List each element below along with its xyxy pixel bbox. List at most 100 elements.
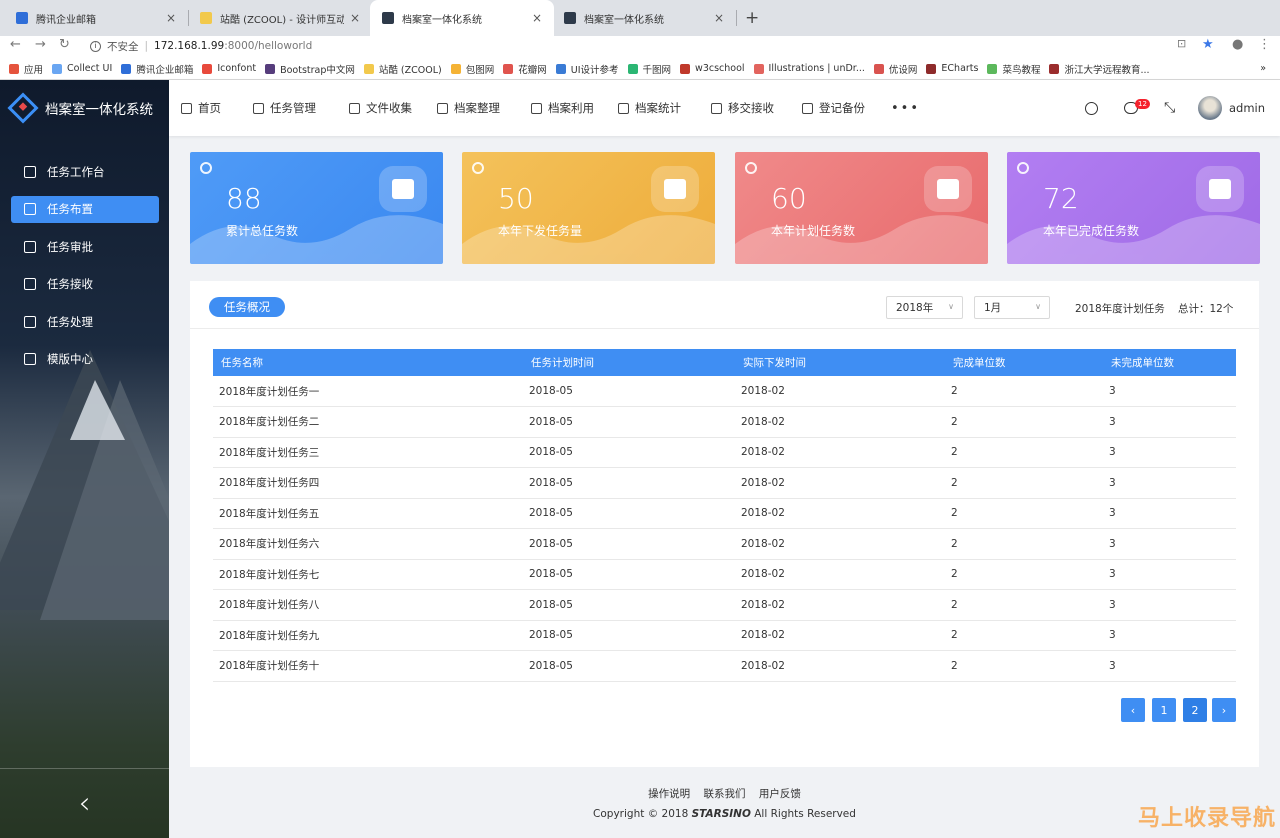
table-row[interactable]: 2018年度计划任务八 2018-05 2018-02 2 3 — [213, 589, 1236, 621]
nav-item-5[interactable]: 档案利用 — [531, 80, 594, 136]
table-row[interactable]: 2018年度计划任务二 2018-05 2018-02 2 3 — [213, 406, 1236, 438]
nav-item-label: 档案统计 — [635, 101, 681, 115]
nav-item-label: 文件收集 — [366, 101, 412, 115]
nav-item-2[interactable]: 任务管理 — [253, 80, 316, 136]
table-cell: 2018-05 — [523, 467, 735, 499]
column-header[interactable]: 实际下发时间 — [735, 349, 945, 376]
stat-value: 72 — [1043, 182, 1079, 215]
bookmark-item[interactable]: Iconfont — [202, 63, 256, 74]
footer-link-help[interactable]: 操作说明 — [648, 788, 690, 800]
table-row[interactable]: 2018年度计划任务九 2018-05 2018-02 2 3 — [213, 620, 1236, 651]
message-icon[interactable]: 12 — [1124, 80, 1150, 136]
bookmark-item[interactable]: 浙江大学远程教育... — [1049, 62, 1150, 76]
bookmark-item[interactable]: 腾讯企业邮箱 — [121, 62, 193, 76]
bookmark-item[interactable]: 优设网 — [873, 62, 917, 76]
app-logo[interactable]: 档案室一体化系统 — [0, 80, 169, 136]
table-cell: 2018年度计划任务二 — [213, 406, 523, 438]
table-cell: 3 — [1103, 620, 1236, 651]
table-row[interactable]: 2018年度计划任务一 2018-05 2018-02 2 3 — [213, 376, 1236, 407]
sidebar-item-4[interactable]: 任务接收 — [11, 271, 159, 298]
table-row[interactable]: 2018年度计划任务十 2018-05 2018-02 2 3 — [213, 650, 1236, 682]
info-icon[interactable]: i — [90, 40, 101, 52]
overview-title: 任务概况 — [209, 297, 285, 317]
nav-item-6[interactable]: 档案统计 — [618, 80, 681, 136]
bookmark-item[interactable]: 包图网 — [450, 62, 494, 76]
table-row[interactable]: 2018年度计划任务六 2018-05 2018-02 2 3 — [213, 528, 1236, 560]
backup-icon — [802, 102, 813, 114]
stat-card-1[interactable]: 88 累计总任务数 — [190, 152, 443, 264]
bookmark-star-icon[interactable]: ★ — [1202, 37, 1214, 52]
bookmark-item[interactable]: UI设计参考 — [555, 62, 619, 76]
footer-link-contact[interactable]: 联系我们 — [704, 788, 746, 800]
new-tab-button[interactable]: + — [745, 8, 759, 28]
nav-item-7[interactable]: 移交接收 — [711, 80, 774, 136]
browser-tab[interactable]: 站酷 (ZCOOL) - 设计师互动平台 × — [188, 0, 372, 36]
footer-link-feedback[interactable]: 用户反馈 — [759, 788, 801, 800]
stat-card-4[interactable]: 72 本年已完成任务数 — [1007, 152, 1260, 264]
calendar-icon — [924, 166, 972, 212]
page-2-button[interactable]: 2 — [1183, 698, 1207, 722]
collapse-sidebar-icon[interactable]: ‹ — [79, 786, 91, 821]
stat-card-3[interactable]: 60 本年计划任务数 — [735, 152, 988, 264]
column-header[interactable]: 未完成单位数 — [1103, 349, 1236, 376]
page-1-button[interactable]: 1 — [1152, 698, 1176, 722]
nav-item-8[interactable]: 登记备份 — [802, 80, 865, 136]
browser-tab[interactable]: 腾讯企业邮箱 × — [4, 0, 188, 36]
column-header[interactable]: 任务计划时间 — [523, 349, 735, 376]
more-nav-icon[interactable]: ••• — [891, 80, 920, 136]
sidebar-item-2[interactable]: 任务布置 — [11, 195, 159, 223]
tab-close-icon[interactable]: × — [166, 11, 176, 25]
stat-card-2[interactable]: 50 本年下发任务量 — [462, 152, 715, 264]
bookmark-item[interactable]: ECharts — [926, 63, 978, 74]
tab-close-icon[interactable]: × — [714, 11, 724, 25]
table-cell: 2018-02 — [735, 620, 945, 651]
fullscreen-icon[interactable]: ⤡ — [1164, 80, 1175, 136]
bookmark-item[interactable]: w3cschool — [680, 63, 745, 74]
year-select-value: 2018年 — [896, 302, 934, 314]
sidebar-item-3[interactable]: 任务审批 — [11, 233, 159, 260]
sidebar-item-1[interactable]: 任务工作台 — [11, 158, 159, 185]
bookmark-favicon-icon — [555, 63, 566, 74]
forward-icon[interactable]: → — [35, 37, 46, 52]
reload-icon[interactable]: ↻ — [59, 37, 70, 52]
bookmark-item[interactable]: 菜鸟教程 — [987, 62, 1040, 76]
bookmark-item[interactable]: 千图网 — [627, 62, 671, 76]
year-select[interactable]: 2018年 ∨ — [886, 296, 963, 319]
table-row[interactable]: 2018年度计划任务四 2018-05 2018-02 2 3 — [213, 467, 1236, 499]
nav-item-4[interactable]: 档案整理 — [437, 80, 500, 136]
nav-item-1[interactable]: 首页 — [181, 80, 221, 136]
bookmark-item[interactable]: Bootstrap中文网 — [265, 62, 355, 76]
next-page-button[interactable]: › — [1212, 698, 1236, 722]
bookmark-item[interactable]: 花瓣网 — [503, 62, 547, 76]
table-cell: 2 — [945, 650, 1103, 682]
prev-page-button[interactable]: ‹ — [1121, 698, 1145, 722]
browser-menu-icon[interactable]: ⋮ — [1258, 37, 1271, 52]
column-header[interactable]: 完成单位数 — [945, 349, 1103, 376]
month-select[interactable]: 1月 ∨ — [974, 296, 1050, 319]
bookmark-item[interactable]: Collect UI — [52, 63, 112, 74]
user-menu[interactable]: admin — [1198, 80, 1265, 136]
column-header[interactable]: 任务名称 — [213, 349, 523, 376]
tab-close-icon[interactable]: × — [350, 11, 360, 25]
table-cell: 2 — [945, 467, 1103, 499]
table-row[interactable]: 2018年度计划任务五 2018-05 2018-02 2 3 — [213, 498, 1236, 529]
bookmark-favicon-icon — [680, 63, 691, 74]
profile-icon[interactable]: ● — [1232, 37, 1243, 52]
tab-close-icon[interactable]: × — [532, 11, 542, 25]
url-field[interactable]: i 不安全 | 172.168.1.99:8000/helloworld — [84, 37, 1224, 55]
bookmark-item[interactable]: 站酷 (ZCOOL) — [363, 62, 442, 76]
more-bookmarks-icon[interactable]: » — [1260, 63, 1266, 74]
search-icon[interactable] — [1085, 80, 1098, 136]
browser-tab-active[interactable]: 档案室一体化系统 × — [370, 0, 554, 36]
sidebar-item-5[interactable]: 任务处理 — [11, 308, 159, 335]
bookmark-label: ECharts — [941, 63, 979, 74]
translate-icon[interactable]: ⊡ — [1177, 37, 1186, 50]
nav-item-3[interactable]: 文件收集 — [349, 80, 412, 136]
bookmark-item[interactable]: Illustrations | unDr... — [753, 63, 865, 74]
back-icon[interactable]: ← — [10, 37, 21, 52]
browser-tab[interactable]: 档案室一体化系统 × — [552, 0, 736, 36]
table-row[interactable]: 2018年度计划任务七 2018-05 2018-02 2 3 — [213, 559, 1236, 590]
bookmark-item[interactable]: 应用 — [9, 62, 43, 76]
sidebar-item-6[interactable]: 模版中心 — [11, 346, 159, 373]
table-row[interactable]: 2018年度计划任务三 2018-05 2018-02 2 3 — [213, 437, 1236, 468]
